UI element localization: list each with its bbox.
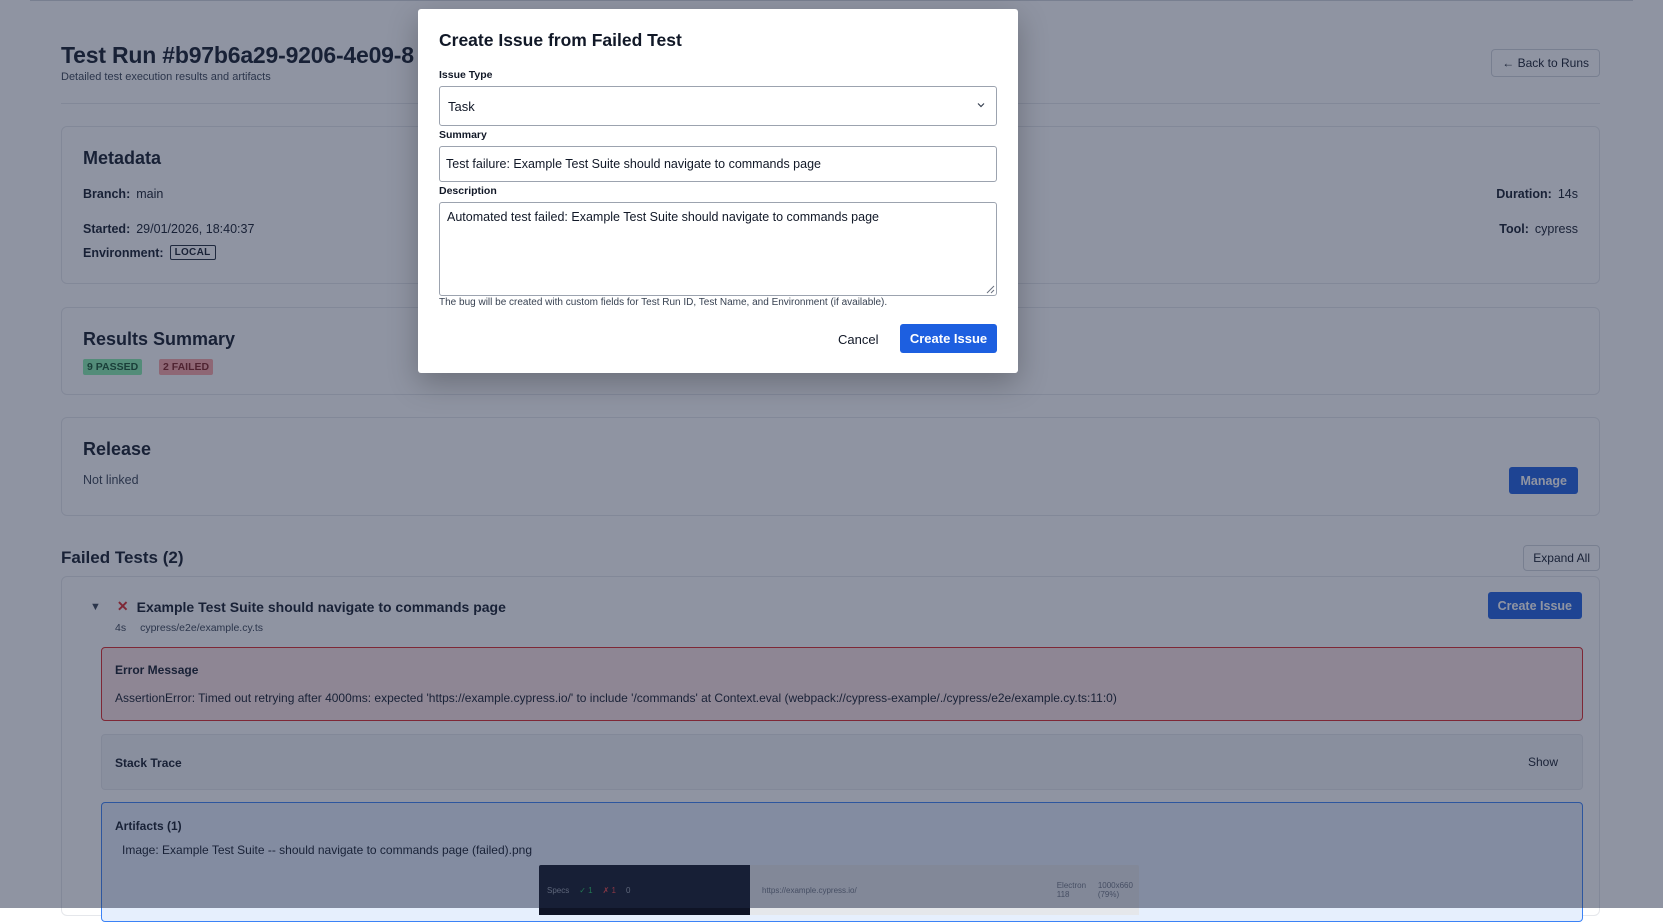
create-issue-modal: Create Issue from Failed Test Issue Type… <box>418 9 1018 373</box>
summary-input[interactable] <box>439 146 997 182</box>
issue-type-select[interactable]: Task <box>439 86 997 126</box>
issue-type-value: Task <box>448 98 475 114</box>
modal-create-issue-button[interactable]: Create Issue <box>900 324 997 353</box>
modal-hint: The bug will be created with custom fiel… <box>439 297 888 308</box>
description-textarea[interactable]: Automated test failed: Example Test Suit… <box>439 202 997 296</box>
description-label: Description <box>439 185 497 197</box>
summary-label: Summary <box>439 129 487 141</box>
modal-title: Create Issue from Failed Test <box>439 30 682 50</box>
chevron-down-icon <box>977 103 985 108</box>
cancel-button[interactable]: Cancel <box>830 325 886 353</box>
resize-handle-icon[interactable] <box>986 285 995 294</box>
issue-type-label: Issue Type <box>439 69 493 81</box>
